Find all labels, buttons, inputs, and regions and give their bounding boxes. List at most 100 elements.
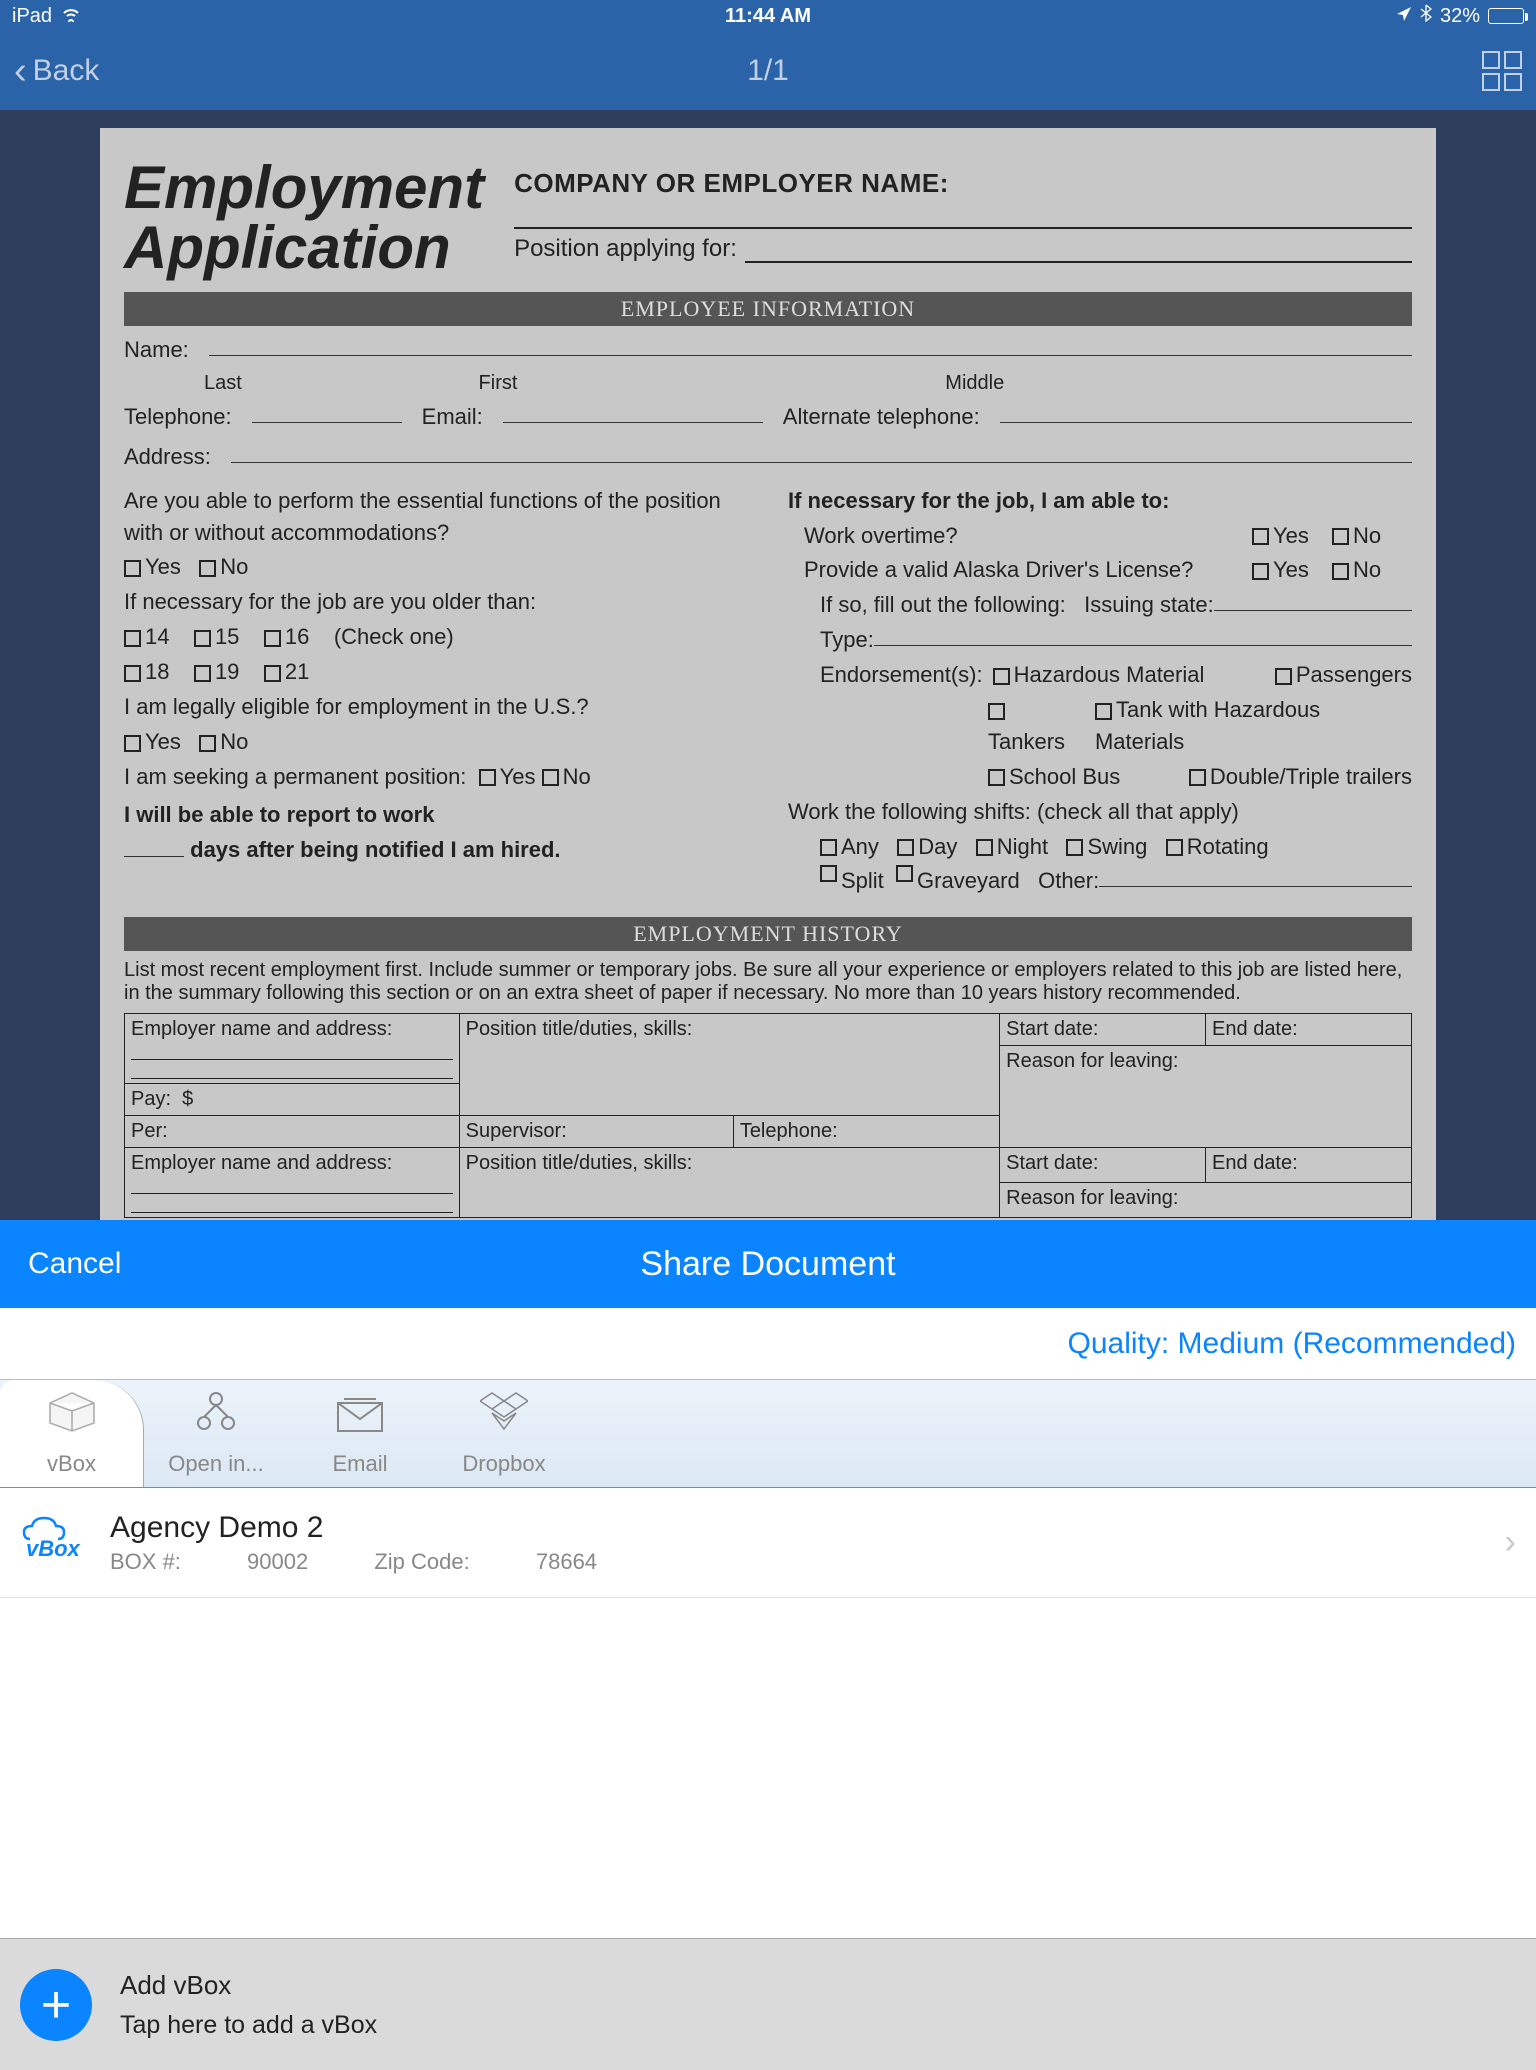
hist-tel: Telephone: — [733, 1116, 999, 1148]
yes-3: Yes — [500, 764, 536, 789]
vbox-name: Agency Demo 2 — [110, 1511, 1485, 1545]
cancel-button[interactable]: Cancel — [28, 1247, 398, 1281]
add-title: Add vBox — [120, 1970, 377, 2001]
no-ot: No — [1353, 523, 1381, 548]
grid-view-button[interactable] — [1482, 51, 1522, 91]
document-preview[interactable]: EmploymentApplication COMPANY OR EMPLOYE… — [0, 110, 1536, 1220]
sh-grave: Graveyard — [917, 865, 1020, 897]
age-14: 14 — [145, 624, 169, 649]
battery-pct: 32% — [1440, 5, 1480, 28]
age-21: 21 — [285, 659, 309, 684]
hist-end: End date: — [1206, 1014, 1412, 1046]
q-essential: Are you able to perform the essential fu… — [124, 485, 748, 549]
quality-label: Quality: Medium (Recommended) — [1068, 1327, 1517, 1361]
yes-ot: Yes — [1273, 523, 1309, 548]
share-header: Cancel Share Document — [0, 1220, 1536, 1308]
issuing-state: Issuing state: — [1084, 589, 1214, 621]
q-necessary: If necessary for the job, I am able to: — [788, 485, 1412, 517]
chevron-right-icon: › — [1505, 1523, 1516, 1562]
no-lic: No — [1353, 557, 1381, 582]
company-label: COMPANY OR EMPLOYER NAME: — [514, 168, 1412, 199]
back-button[interactable]: ‹ Back — [14, 50, 517, 93]
q-legal: I am legally eligible for employment in … — [124, 691, 748, 723]
position-label: Position applying for: — [514, 235, 737, 263]
hist-end-2: End date: — [1206, 1148, 1412, 1183]
tab-open-label: Open in... — [168, 1451, 263, 1477]
mail-icon — [336, 1397, 384, 1443]
share-icon — [194, 1389, 238, 1443]
sh-any: Any — [841, 834, 879, 859]
battery-icon — [1488, 8, 1524, 24]
wifi-icon — [60, 5, 82, 28]
check-one: (Check one) — [334, 624, 454, 649]
sh-night: Night — [997, 834, 1048, 859]
tab-dropbox[interactable]: Dropbox — [432, 1380, 576, 1487]
chevron-left-icon: ‹ — [14, 50, 27, 93]
end-pass: Passengers — [1296, 662, 1412, 687]
add-subtitle: Tap here to add a vBox — [120, 2011, 377, 2040]
other-label: Other: — [1038, 865, 1099, 897]
age-16: 16 — [285, 624, 309, 649]
q-age: If necessary for the job are you older t… — [124, 586, 748, 618]
tab-vbox[interactable]: vBox — [0, 1380, 144, 1487]
location-icon — [1396, 5, 1412, 28]
vbox-logo: vBox — [20, 1514, 90, 1571]
add-vbox-footer[interactable]: + Add vBox Tap here to add a vBox — [0, 1938, 1536, 2070]
sh-rot: Rotating — [1187, 834, 1269, 859]
end-hazmat: Hazardous Material — [1014, 662, 1205, 687]
end-school: School Bus — [1009, 764, 1120, 789]
hist-per: Per: — [125, 1116, 460, 1148]
vbox-item[interactable]: vBox Agency Demo 2 BOX #: 90002 Zip Code… — [0, 1488, 1536, 1598]
no-3: No — [563, 764, 591, 789]
hist-position-2: Position title/duties, skills: — [459, 1148, 1000, 1218]
zip-label: Zip Code: — [374, 1549, 476, 1574]
q-fillout: If so, fill out the following: — [820, 589, 1066, 621]
endorse-label: Endorsement(s): — [820, 659, 983, 691]
tab-dropbox-label: Dropbox — [462, 1451, 545, 1477]
hist-reason-2: Reason for leaving: — [1000, 1183, 1412, 1218]
nav-bar: ‹ Back 1/1 — [0, 32, 1536, 110]
end-tank-haz: Tank with Hazardous Materials — [1095, 697, 1320, 754]
section-employee-info: EMPLOYEE INFORMATION — [124, 292, 1412, 326]
yes-lic: Yes — [1273, 557, 1309, 582]
box-num-label: BOX #: — [110, 1549, 187, 1574]
age-18: 18 — [145, 659, 169, 684]
section-history: EMPLOYMENT HISTORY — [124, 917, 1412, 951]
vbox-logo-text: vBox — [26, 1536, 80, 1562]
hist-start: Start date: — [1000, 1014, 1206, 1046]
sh-split: Split — [841, 865, 884, 897]
zip: 78664 — [536, 1549, 597, 1574]
name-last: Last — [204, 369, 479, 398]
quality-selector[interactable]: Quality: Medium (Recommended) — [0, 1308, 1536, 1380]
no-1: No — [220, 554, 248, 579]
hist-super: Supervisor: — [459, 1116, 733, 1148]
tab-vbox-label: vBox — [47, 1451, 96, 1477]
box-icon — [44, 1389, 100, 1443]
alt-tel-label: Alternate telephone: — [783, 401, 980, 433]
share-title: Share Document — [398, 1245, 1138, 1284]
hist-employer-2: Employer name and address: — [131, 1152, 392, 1174]
hist-dollar: $ — [182, 1088, 193, 1110]
yes-1: Yes — [145, 554, 181, 579]
q-perm: I am seeking a permanent position: — [124, 764, 466, 789]
share-tabs: vBox Open in... Email Dropbox — [0, 1380, 1536, 1488]
hist-employer: Employer name and address: — [131, 1018, 392, 1040]
dropbox-icon — [480, 1389, 528, 1443]
tab-email-label: Email — [332, 1451, 387, 1477]
no-2: No — [220, 729, 248, 754]
history-table: Employer name and address: Position titl… — [124, 1013, 1412, 1218]
clock: 11:44 AM — [516, 5, 1020, 28]
back-label: Back — [33, 54, 100, 88]
tab-open-in[interactable]: Open in... — [144, 1380, 288, 1487]
q-report-1: I will be able to report to work — [124, 802, 434, 827]
hist-pay: Pay: — [131, 1088, 171, 1110]
bluetooth-icon — [1420, 4, 1432, 28]
empty-area — [0, 1598, 1536, 1938]
tab-email[interactable]: Email — [288, 1380, 432, 1487]
q-overtime: Work overtime? — [788, 520, 1252, 552]
box-num: 90002 — [247, 1549, 308, 1574]
name-first: First — [479, 369, 946, 398]
tel-label: Telephone: — [124, 401, 232, 433]
q-license: Provide a valid Alaska Driver's License? — [788, 554, 1252, 586]
age-19: 19 — [215, 659, 239, 684]
